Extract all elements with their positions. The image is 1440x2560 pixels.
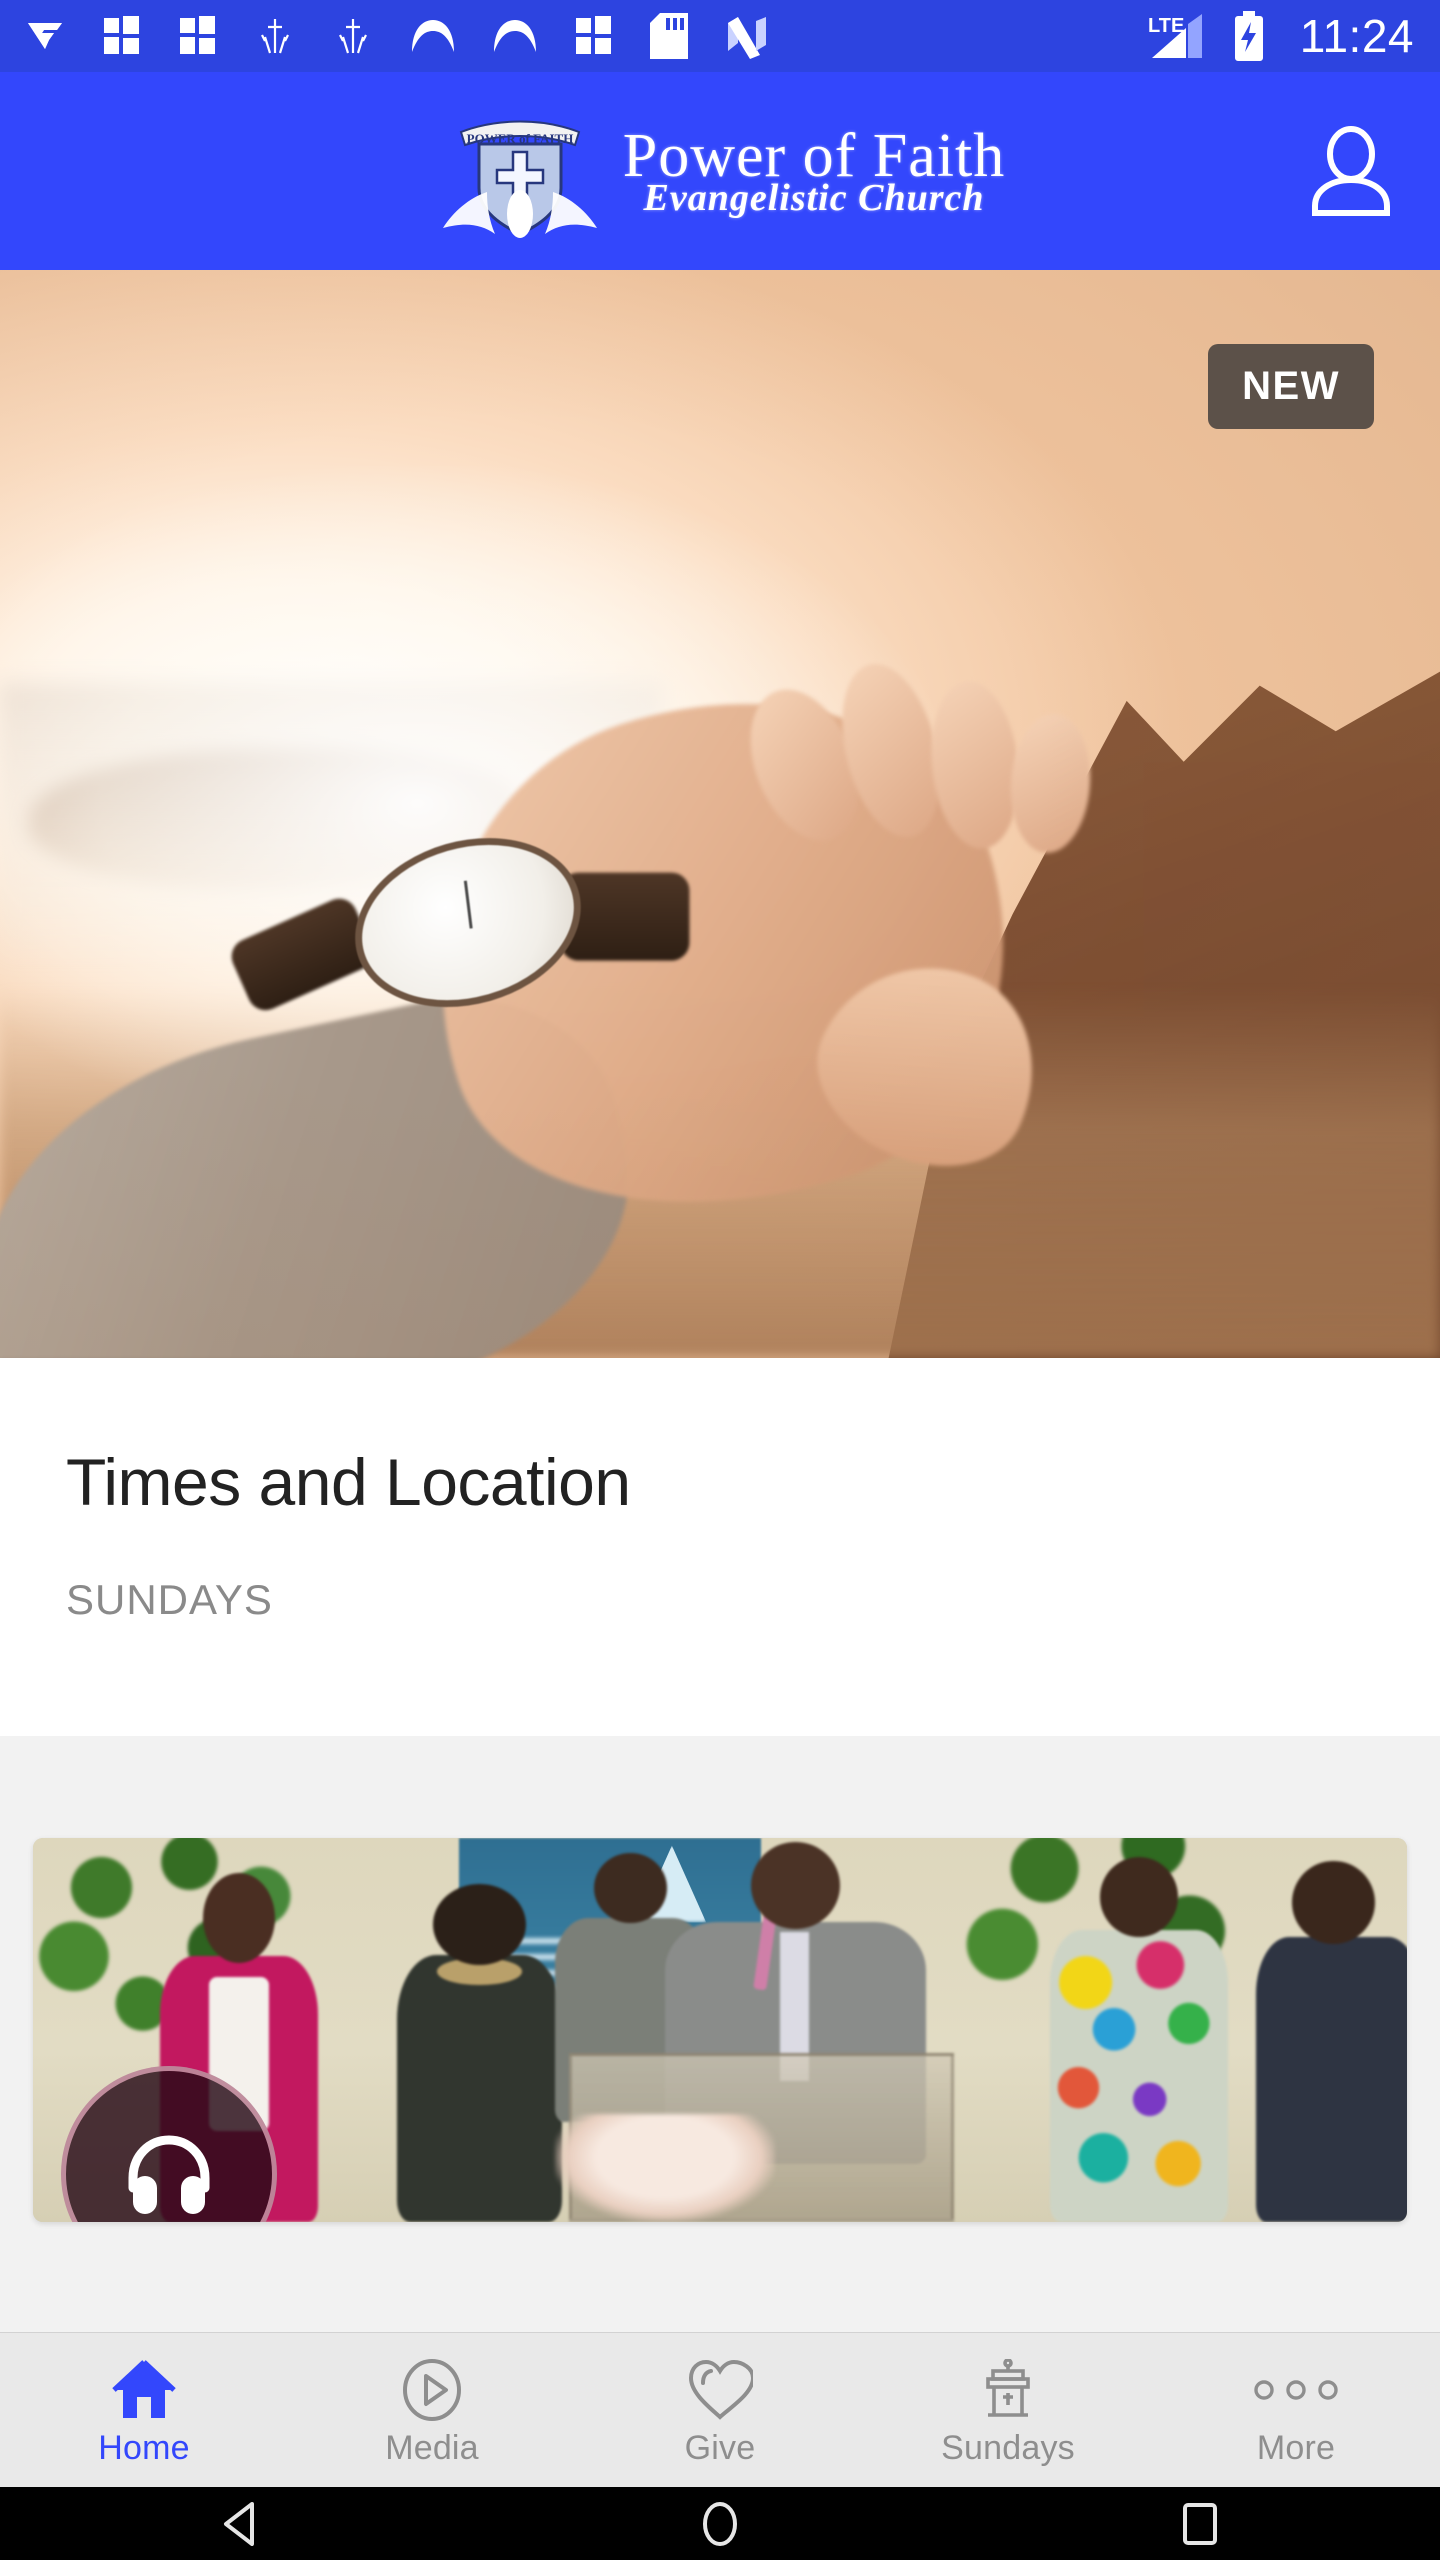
tab-sundays-label: Sundays [941,2428,1075,2467]
tab-sundays[interactable]: Sundays [864,2333,1152,2487]
headphones-icon [128,2135,210,2214]
sd-card-icon [650,13,688,59]
status-bar-notification-icons [26,13,1148,59]
system-navigation-bar [0,2487,1440,2560]
more-dots-icon [1253,2359,1339,2421]
arc-icon [412,20,454,52]
status-bar-clock: 11:24 [1299,10,1414,62]
windows-tiles-icon [104,16,139,54]
cross-worship-icon-2 [339,19,367,54]
v-logo-icon [28,23,62,49]
account-button[interactable] [1296,116,1406,226]
app-header: POWER of FAITH Power of Faith Evangelist… [0,72,1440,270]
nougat-n-icon [728,17,766,59]
cross-worship-icon [261,19,289,54]
church-logo-text: Power of Faith Evangelistic Church [623,125,1006,217]
church-tagline: Evangelistic Church [643,177,985,219]
tab-more[interactable]: More [1152,2333,1440,2487]
arc-icon-2 [494,20,536,52]
tab-home-label: Home [98,2428,190,2467]
heart-icon [687,2359,753,2421]
tab-give-label: Give [684,2428,756,2467]
page-title: Times and Location [66,1445,631,1519]
tab-media-label: Media [385,2428,479,2467]
times-and-location-card[interactable]: Times and Location SUNDAYS [0,1358,1440,1736]
power-of-faith-shield-dove-icon: POWER of FAITH [435,96,605,246]
back-triangle-icon [224,2501,254,2546]
person-account-icon [1312,126,1390,216]
app-screen: LTE 11:24 POWER of FAITH Power of Faith … [0,0,1440,2560]
system-recents-button[interactable] [1135,2487,1265,2560]
home-icon [112,2359,176,2421]
church-logo: POWER of FAITH Power of Faith Evangelist… [435,96,1006,246]
windows-tiles-icon-3 [576,16,611,54]
tab-home[interactable]: Home [0,2333,288,2487]
system-home-button[interactable] [655,2487,785,2560]
congregant-2 [390,1884,569,2222]
status-bar: LTE 11:24 [0,0,1440,72]
battery-charging-icon [1234,11,1263,61]
times-subtitle: SUNDAYS [66,1576,273,1623]
pulpit-icon [980,2358,1036,2421]
signal-bars-icon: LTE [1148,14,1202,58]
recents-square-icon [1183,2502,1217,2545]
congregant-5 [1255,1861,1407,2222]
bottom-tab-bar: Home Media Give Sundays More [0,2332,1440,2487]
hero-vignette [0,270,1440,1358]
tab-give[interactable]: Give [576,2333,864,2487]
new-badge[interactable]: NEW [1208,344,1374,429]
hero-banner[interactable]: NEW [0,270,1440,1358]
status-bar-system-icons: LTE 11:24 [1148,11,1414,61]
svg-text:LTE: LTE [1148,15,1184,37]
home-circle-icon [703,2501,737,2546]
system-back-button[interactable] [175,2487,305,2560]
media-card[interactable] [33,1838,1407,2222]
flower-arrangement [555,2114,775,2222]
tab-media[interactable]: Media [288,2333,576,2487]
windows-tiles-icon-2 [180,16,215,54]
tab-more-label: More [1256,2428,1336,2467]
congregant-4 [1049,1857,1229,2222]
play-circle-icon [402,2358,462,2421]
